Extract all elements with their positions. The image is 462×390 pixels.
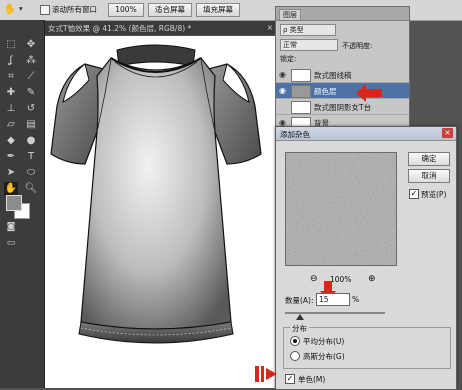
gaussian-label: 高斯分布(G)	[303, 352, 345, 361]
document-canvas[interactable]	[45, 36, 277, 388]
uniform-radio[interactable]	[290, 336, 300, 346]
zoom-out-icon[interactable]: ⊖	[310, 274, 318, 284]
ok-button[interactable]: 确定	[408, 152, 450, 166]
eye-hidden-icon[interactable]: ◉	[279, 102, 288, 111]
opacity-label: 不透明度:	[342, 42, 373, 50]
document-tab[interactable]: 女式T恤效果 @ 41.2% (颜色层, RGB/8) * ×	[45, 21, 277, 35]
fill-screen-button[interactable]: 填充屏幕	[196, 3, 240, 17]
red-arrow-icon	[356, 84, 382, 102]
text-icon[interactable]: T	[24, 150, 38, 164]
layer-row[interactable]: ◉ 款式图阴影女T台	[276, 99, 409, 115]
magic-wand-icon[interactable]: ⁂	[24, 54, 38, 68]
zoom-in-icon[interactable]: ⊕	[368, 274, 376, 284]
dodge-icon[interactable]: ●	[24, 134, 38, 148]
eye-icon[interactable]: ◉	[279, 70, 288, 79]
layer-filter-select[interactable]: ρ 类型	[280, 24, 336, 36]
layer-name: 颜色层	[314, 87, 337, 96]
pen-icon[interactable]: ✒	[4, 150, 18, 164]
gaussian-radio[interactable]	[290, 351, 300, 361]
lasso-icon[interactable]: ʆ	[4, 54, 18, 68]
layer-row[interactable]: ◉ 款式图线稿	[276, 67, 409, 83]
screen-mode-icon[interactable]: ▭	[4, 236, 18, 250]
red-arrow-icon	[255, 366, 277, 382]
scroll-all-windows-checkbox[interactable]	[40, 5, 50, 15]
path-select-icon[interactable]: ➤	[4, 166, 18, 180]
layer-thumbnail	[291, 101, 311, 114]
preview-label: 预览(P)	[421, 190, 447, 199]
distribution-label: 分布	[290, 323, 309, 334]
preview-checkbox[interactable]: ✓	[409, 189, 419, 199]
quick-mask-icon[interactable]: ◙	[4, 220, 18, 234]
history-brush-icon[interactable]: ↺	[24, 102, 38, 116]
layers-panel-tabs: 图层	[276, 7, 409, 21]
shape-icon[interactable]: ⬭	[24, 166, 38, 180]
dialog-title: 添加杂色	[280, 130, 310, 139]
add-noise-dialog: 添加杂色 × 确定 取消 ✓ 预览(P) ⊖ 100% ⊕ 数量(A): 15 …	[275, 126, 457, 390]
eyedropper-icon[interactable]: ⟋	[24, 70, 38, 84]
lock-label: 锁定:	[280, 55, 297, 63]
amount-label: 数量(A):	[285, 296, 314, 305]
blur-icon[interactable]: ◆	[4, 134, 18, 148]
layer-name: 款式图线稿	[314, 71, 352, 80]
amount-unit: %	[352, 295, 360, 304]
toolbox: ⬚ ✥ ʆ ⁂ ⌗ ⟋ ✚ ✎ ⊥ ↺ ▱ ▤ ◆ ● ✒ T ➤ ⬭ ✋ 🔍︎…	[0, 20, 45, 388]
tool-preset-arrow[interactable]: ▾	[19, 4, 23, 13]
crop-icon[interactable]: ⌗	[4, 70, 18, 84]
monochrome-label: 单色(M)	[298, 375, 326, 384]
scroll-all-windows-label: 滚动所有窗口	[52, 5, 97, 14]
monochrome-checkbox[interactable]: ✓	[285, 374, 295, 384]
move-icon[interactable]: ✥	[24, 38, 38, 52]
amount-input[interactable]: 15	[316, 293, 350, 306]
brush-icon[interactable]: ✎	[24, 86, 38, 100]
close-icon[interactable]: ×	[442, 128, 453, 138]
zoom-100-button[interactable]: 100%	[108, 3, 144, 17]
zoom-icon[interactable]: 🔍︎	[24, 182, 38, 196]
layer-thumbnail	[291, 69, 311, 82]
tab-close-icon[interactable]: ×	[267, 23, 273, 32]
eraser-icon[interactable]: ▱	[4, 118, 18, 132]
gradient-icon[interactable]: ▤	[24, 118, 38, 132]
layers-panel: 图层 ρ 类型 正常 不透明度: 锁定: ◉ 款式图线稿 ◉ 颜色层 ◉ 款式图…	[275, 6, 410, 136]
dialog-title-bar[interactable]: 添加杂色 ×	[276, 127, 456, 141]
tshirt-illustration	[50, 44, 262, 344]
hand-icon[interactable]: ✋	[3, 3, 17, 17]
stamp-icon[interactable]: ⊥	[4, 102, 18, 116]
uniform-label: 平均分布(U)	[303, 337, 345, 346]
blend-mode-select[interactable]: 正常	[280, 39, 338, 51]
tab-layers[interactable]: 图层	[279, 9, 301, 20]
amount-slider-thumb[interactable]	[296, 314, 304, 320]
marquee-icon[interactable]: ⬚	[4, 38, 18, 52]
eye-icon[interactable]: ◉	[279, 86, 288, 95]
layer-row-selected[interactable]: ◉ 颜色层	[276, 83, 409, 99]
layer-thumbnail	[291, 85, 311, 98]
healing-icon[interactable]: ✚	[4, 86, 18, 100]
cancel-button[interactable]: 取消	[408, 169, 450, 183]
noise-preview-texture	[286, 153, 396, 265]
document-tab-title: 女式T恤效果 @ 41.2% (颜色层, RGB/8) *	[48, 24, 192, 33]
fit-screen-button[interactable]: 适合屏幕	[148, 3, 192, 17]
noise-preview[interactable]	[285, 152, 397, 266]
layer-name: 款式图阴影女T台	[314, 103, 372, 112]
hand-tool-icon[interactable]: ✋	[4, 182, 18, 196]
